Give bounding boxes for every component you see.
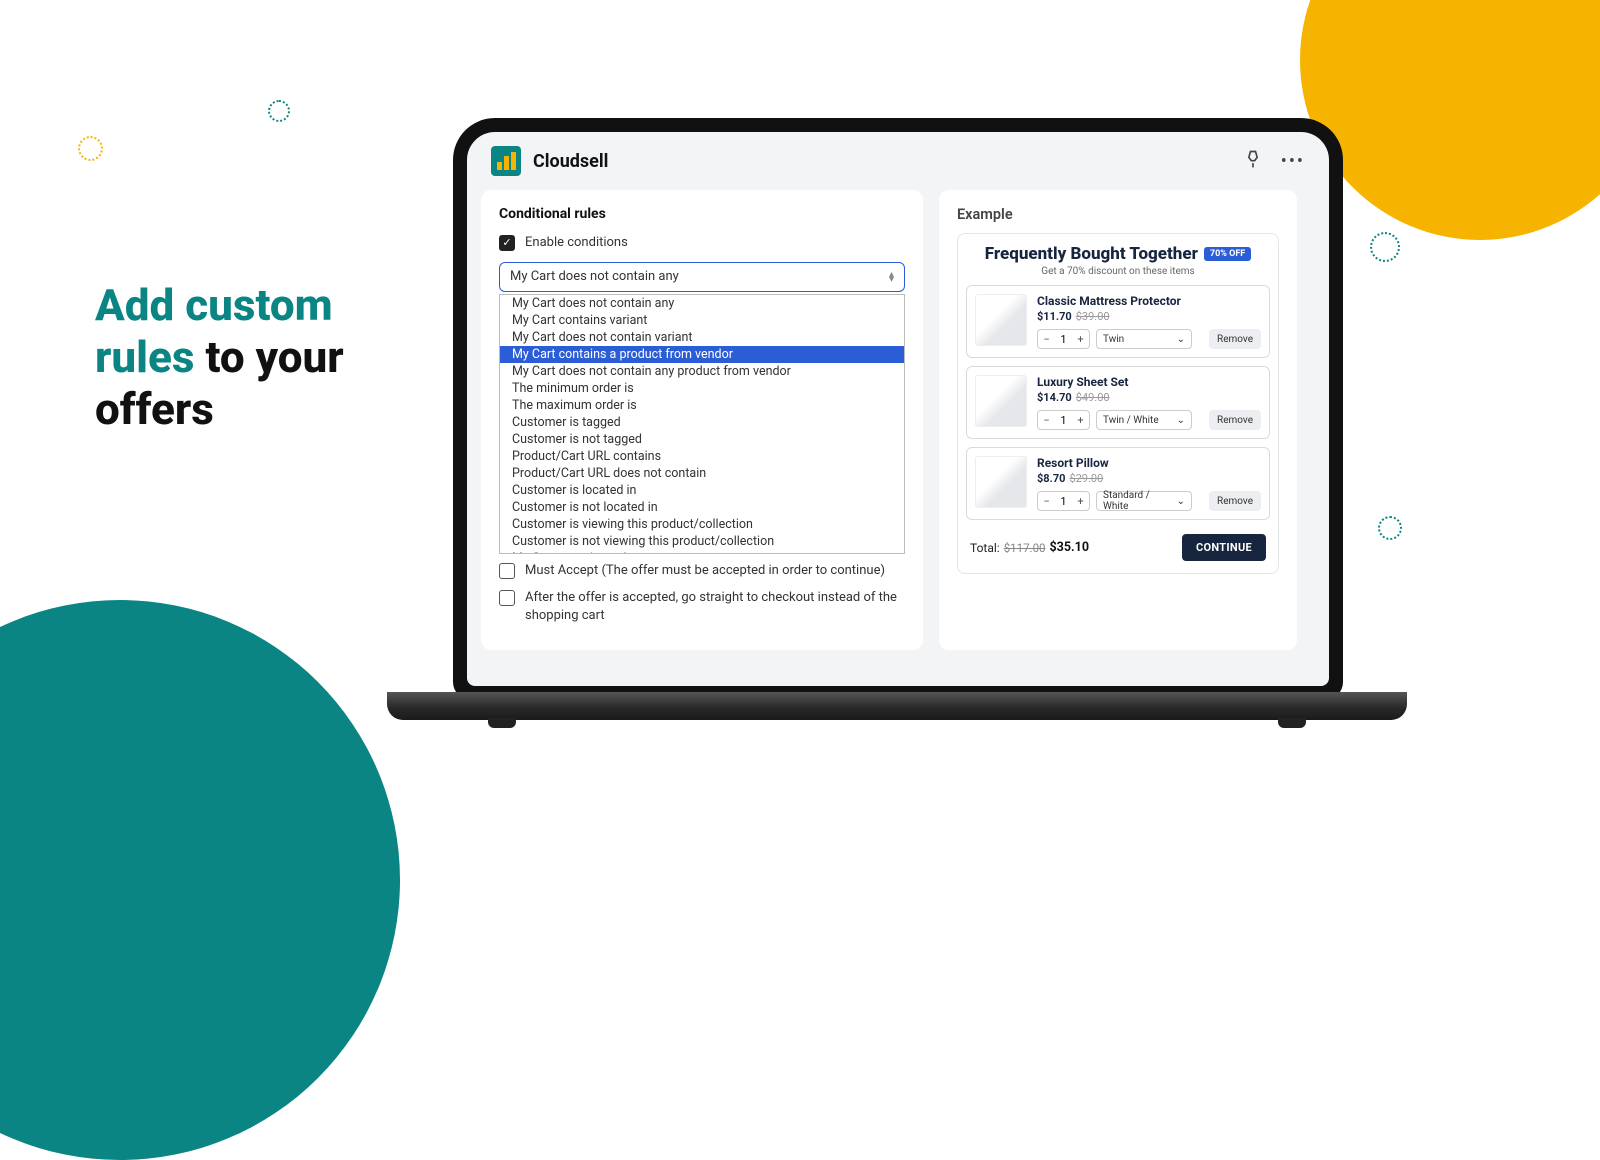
quantity-stepper[interactable]: −1+: [1037, 410, 1090, 430]
condition-option[interactable]: My Cart contains at least: [500, 550, 904, 554]
laptop-foot: [488, 718, 516, 728]
total-new-price: $35.10: [1050, 540, 1089, 555]
quantity-stepper[interactable]: −1+: [1037, 329, 1090, 349]
qty-plus-icon[interactable]: +: [1072, 330, 1089, 348]
chevron-down-icon: ⌄: [1177, 334, 1185, 345]
condition-option[interactable]: My Cart does not contain any product fro…: [500, 363, 904, 380]
remove-button[interactable]: Remove: [1209, 329, 1261, 349]
chevron-down-icon: ⌄: [1177, 496, 1185, 507]
continue-button[interactable]: CONTINUE: [1182, 534, 1266, 561]
product-thumb: [975, 375, 1027, 427]
app-logo-icon: [491, 146, 521, 176]
product-row: Resort Pillow $8.70 $29.00 −1+ Standard / Wh…: [966, 447, 1270, 520]
variant-value: Twin: [1103, 334, 1124, 345]
qty-minus-icon[interactable]: −: [1038, 492, 1055, 510]
laptop-base: [387, 692, 1407, 720]
fbt-title: Frequently Bought Together: [985, 244, 1198, 264]
condition-option[interactable]: My Cart does not contain variant: [500, 329, 904, 346]
condition-option[interactable]: The minimum order is: [500, 380, 904, 397]
product-row: Luxury Sheet Set $14.70 $49.00 −1+ Twin / Wh…: [966, 366, 1270, 439]
condition-option[interactable]: Customer is not located in: [500, 499, 904, 516]
product-price: $11.70: [1037, 310, 1072, 323]
condition-dropdown[interactable]: My Cart does not contain anyMy Cart cont…: [499, 294, 905, 554]
decor-dot-circle: [1378, 516, 1402, 540]
must-accept-checkbox[interactable]: [499, 563, 515, 579]
remove-button[interactable]: Remove: [1209, 410, 1261, 430]
fbt-subtitle: Get a 70% discount on these items: [966, 266, 1270, 277]
condition-option[interactable]: My Cart contains a product from vendor: [500, 346, 904, 363]
condition-option[interactable]: The maximum order is: [500, 397, 904, 414]
laptop-foot: [1278, 718, 1306, 728]
product-row: Classic Mattress Protector $11.70 $39.00 −1…: [966, 285, 1270, 358]
condition-option[interactable]: Customer is viewing this product/collect…: [500, 516, 904, 533]
total-old-price: $117.00: [1004, 541, 1046, 555]
qty-minus-icon[interactable]: −: [1038, 411, 1055, 429]
example-card: Frequently Bought Together 70% OFF Get a…: [957, 233, 1279, 574]
decor-dot-circle: [78, 136, 103, 161]
product-old-price: $29.00: [1069, 472, 1103, 485]
enable-conditions-checkbox[interactable]: ✓: [499, 235, 515, 251]
checkout-redirect-checkbox[interactable]: [499, 590, 515, 606]
select-arrows-icon: ▴▾: [889, 272, 894, 282]
app-screen: Cloudsell ••• Conditional rules ✓ Enable…: [467, 132, 1329, 686]
condition-select-value: My Cart does not contain any: [510, 269, 679, 284]
product-name: Resort Pillow: [1037, 456, 1261, 470]
product-old-price: $39.00: [1076, 310, 1110, 323]
quantity-stepper[interactable]: −1+: [1037, 491, 1090, 511]
condition-option[interactable]: My Cart does not contain any: [500, 295, 904, 312]
variant-select[interactable]: Twin / White ⌄: [1096, 410, 1192, 430]
variant-select[interactable]: Standard / White⌄: [1096, 491, 1192, 511]
qty-value: 1: [1055, 330, 1072, 348]
decor-dot-circle: [268, 100, 290, 122]
decor-yellow-blob: [1300, 0, 1600, 240]
qty-minus-icon[interactable]: −: [1038, 330, 1055, 348]
condition-option[interactable]: Customer is tagged: [500, 414, 904, 431]
checkout-redirect-label: After the offer is accepted, go straight…: [525, 589, 905, 624]
example-header: Example: [957, 206, 1279, 223]
product-old-price: $49.00: [1076, 391, 1110, 404]
panel-title: Conditional rules: [499, 206, 905, 222]
variant-select[interactable]: Twin ⌄: [1096, 329, 1192, 349]
qty-value: 1: [1055, 411, 1072, 429]
enable-conditions-label: Enable conditions: [525, 234, 628, 252]
example-panel: Example Frequently Bought Together 70% O…: [939, 190, 1297, 650]
qty-plus-icon[interactable]: +: [1072, 411, 1089, 429]
condition-option[interactable]: Customer is not viewing this product/col…: [500, 533, 904, 550]
product-name: Luxury Sheet Set: [1037, 375, 1261, 389]
condition-option[interactable]: Product/Cart URL does not contain: [500, 465, 904, 482]
product-price: $14.70: [1037, 391, 1072, 404]
app-name: Cloudsell: [533, 151, 608, 172]
variant-value: Twin / White: [1103, 415, 1159, 426]
must-accept-label: Must Accept (The offer must be accepted …: [525, 562, 885, 580]
remove-button[interactable]: Remove: [1209, 491, 1261, 511]
condition-select[interactable]: My Cart does not contain any ▴▾: [499, 262, 905, 292]
discount-badge: 70% OFF: [1204, 247, 1251, 261]
decor-teal-blob: [0, 600, 400, 1160]
decor-dot-circle: [1370, 232, 1400, 262]
laptop-frame: Cloudsell ••• Conditional rules ✓ Enable…: [453, 118, 1343, 700]
product-name: Classic Mattress Protector: [1037, 294, 1261, 308]
topbar: Cloudsell •••: [467, 132, 1329, 190]
total-label: Total:: [970, 541, 1000, 555]
condition-option[interactable]: Product/Cart URL contains: [500, 448, 904, 465]
product-thumb: [975, 456, 1027, 508]
hero-text: Add custom rules to your offers: [95, 280, 425, 436]
more-icon[interactable]: •••: [1281, 151, 1305, 172]
condition-option[interactable]: Customer is located in: [500, 482, 904, 499]
condition-option[interactable]: My Cart contains variant: [500, 312, 904, 329]
condition-option[interactable]: Customer is not tagged: [500, 431, 904, 448]
pin-icon[interactable]: [1243, 149, 1263, 173]
variant-value: Standard / White: [1103, 490, 1177, 512]
chevron-down-icon: ⌄: [1177, 415, 1185, 426]
qty-plus-icon[interactable]: +: [1072, 492, 1089, 510]
product-thumb: [975, 294, 1027, 346]
qty-value: 1: [1055, 492, 1072, 510]
product-price: $8.70: [1037, 472, 1065, 485]
conditional-rules-panel: Conditional rules ✓ Enable conditions My…: [481, 190, 923, 650]
